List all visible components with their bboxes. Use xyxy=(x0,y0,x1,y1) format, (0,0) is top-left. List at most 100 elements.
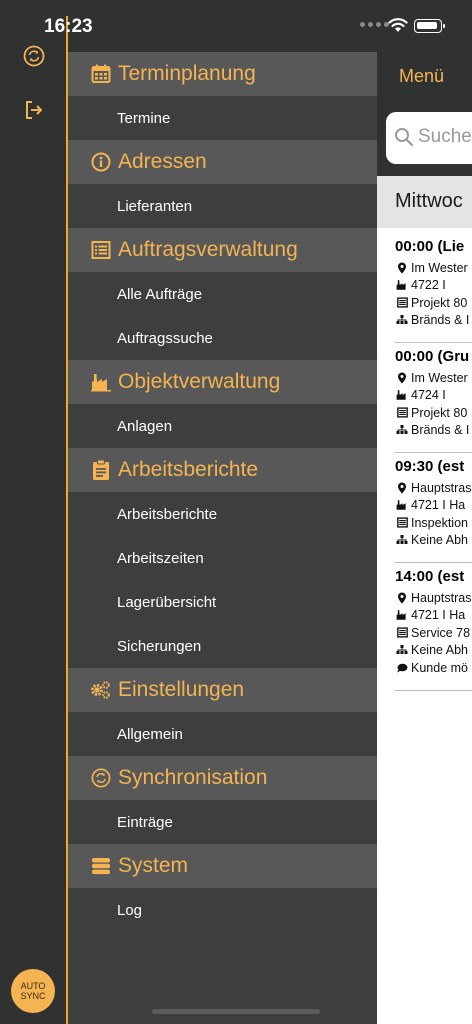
appointment-address: Im Wester xyxy=(411,260,468,275)
menu-item-eintraege[interactable]: Einträge xyxy=(68,800,377,844)
menu-item-log[interactable]: Log xyxy=(68,888,377,932)
list-icon xyxy=(90,239,112,261)
auto-sync-button[interactable]: AUTO SYNC xyxy=(11,969,55,1013)
section-synchronisation[interactable]: Synchronisation xyxy=(68,756,377,800)
menu-button[interactable]: Menü xyxy=(399,66,444,87)
calendar-icon xyxy=(90,63,112,85)
appointment-address-row: Im Wester xyxy=(395,259,472,277)
sync-icon xyxy=(90,767,112,789)
section-system[interactable]: System xyxy=(68,844,377,888)
appointment-team-row: Keine Abh xyxy=(395,642,472,660)
appointment-order-row: Service 78 xyxy=(395,624,472,642)
section-title: System xyxy=(118,854,189,877)
appointment-address-row: Im Wester xyxy=(395,369,472,387)
section-arbeitsberichte[interactable]: Arbeitsberichte xyxy=(68,448,377,492)
section-title: Objektverwaltung xyxy=(118,370,281,393)
logout-icon xyxy=(26,101,43,119)
divider xyxy=(395,690,472,691)
appointment-team: Bränds & I xyxy=(411,423,470,438)
status-time: 16:23 xyxy=(44,16,93,37)
section-adressen[interactable]: Adressen xyxy=(68,140,377,184)
signal-icon xyxy=(360,22,389,27)
appointment-item[interactable]: 14:00 (est Hauptstras 4721 I Ha Service … xyxy=(395,568,472,691)
menu-item-lageruebersicht[interactable]: Lagerübersicht xyxy=(68,580,377,624)
team-icon xyxy=(395,314,409,326)
menu-item-sicherungen[interactable]: Sicherungen xyxy=(68,624,377,668)
appointment-team: Keine Abh xyxy=(411,643,468,658)
menu-item-alle-auftraege[interactable]: Alle Aufträge xyxy=(68,272,377,316)
divider xyxy=(395,562,472,563)
appointment-team: Bränds & I xyxy=(411,313,470,328)
section-auftragsverwaltung[interactable]: Auftragsverwaltung xyxy=(68,228,377,272)
appointment-object-row: 4721 I Ha xyxy=(395,607,472,625)
date-header: Mittwoc xyxy=(377,176,472,228)
section-title: Auftragsverwaltung xyxy=(118,238,298,261)
home-indicator xyxy=(152,1009,320,1014)
appointment-order: Projekt 80 xyxy=(411,295,468,310)
menu-item-termine[interactable]: Termine xyxy=(68,96,377,140)
battery-icon xyxy=(414,19,445,33)
section-title: Arbeitsberichte xyxy=(118,458,259,481)
appointment-order-row: Projekt 80 xyxy=(395,294,472,312)
appointment-order: Projekt 80 xyxy=(411,405,468,420)
menu-item-lieferanten[interactable]: Lieferanten xyxy=(68,184,377,228)
appointment-team-row: Keine Abh xyxy=(395,532,472,550)
divider xyxy=(395,342,472,343)
section-terminplanung[interactable]: Terminplanung xyxy=(68,52,377,96)
menu-item-arbeitszeiten[interactable]: Arbeitszeiten xyxy=(68,536,377,580)
appointment-note: Kunde mö xyxy=(411,660,468,675)
appointment-address-row: Hauptstras xyxy=(395,479,472,497)
list-icon xyxy=(395,297,409,309)
status-bar: 16:23 xyxy=(0,0,472,52)
section-title: Einstellungen xyxy=(118,678,245,701)
appointment-object-row: 4722 I xyxy=(395,277,472,295)
location-icon xyxy=(395,592,409,604)
gears-icon xyxy=(90,679,112,701)
menu-item-anlagen[interactable]: Anlagen xyxy=(68,404,377,448)
appointment-object-row: 4721 I Ha xyxy=(395,497,472,515)
appointment-object: 4721 I Ha xyxy=(411,608,466,623)
section-title: Adressen xyxy=(118,150,207,173)
appointment-team-row: Bränds & I xyxy=(395,312,472,330)
list-icon xyxy=(395,407,409,419)
appointment-item[interactable]: 09:30 (est Hauptstras 4721 I Ha Inspekti… xyxy=(395,458,472,563)
appointment-address: Im Wester xyxy=(411,370,468,385)
appointment-note-row: Kunde mö xyxy=(395,659,472,677)
factory-icon xyxy=(395,609,409,621)
nav-bar: Menü xyxy=(377,52,472,104)
clipboard-icon xyxy=(90,459,112,481)
search-icon xyxy=(395,128,414,147)
appointment-object: 4722 I xyxy=(411,278,446,293)
appointment-team: Keine Abh xyxy=(411,533,468,548)
appointment-object: 4721 I Ha xyxy=(411,498,466,513)
side-menu: Terminplanung Termine Adressen Lieferant… xyxy=(68,52,377,1024)
menu-item-arbeitsberichte[interactable]: Arbeitsberichte xyxy=(68,492,377,536)
appointment-order: Inspektion xyxy=(411,515,468,530)
section-title: Synchronisation xyxy=(118,766,268,789)
appointment-order-row: Projekt 80 xyxy=(395,404,472,422)
search-input[interactable]: Suche xyxy=(386,112,472,164)
menu-item-auftragssuche[interactable]: Auftragssuche xyxy=(68,316,377,360)
team-icon xyxy=(395,644,409,656)
factory-icon xyxy=(395,499,409,511)
appointment-address-row: Hauptstras xyxy=(395,589,472,607)
location-icon xyxy=(395,372,409,384)
info-icon xyxy=(90,151,112,173)
search-bar: Suche xyxy=(377,104,472,176)
appointment-address: Hauptstras xyxy=(411,590,472,605)
date-label: Mittwoc xyxy=(395,190,463,212)
section-einstellungen[interactable]: Einstellungen xyxy=(68,668,377,712)
appointment-time: 00:00 (Gru xyxy=(395,348,470,365)
menu-item-allgemein[interactable]: Allgemein xyxy=(68,712,377,756)
appointment-item[interactable]: 00:00 (Gru Im Wester 4724 I Projekt 80 B… xyxy=(395,348,472,453)
location-icon xyxy=(395,482,409,494)
appointment-item[interactable]: 00:00 (Lie Im Wester 4722 I Projekt 80 B… xyxy=(395,238,472,343)
factory-icon xyxy=(395,389,409,401)
list-icon xyxy=(395,627,409,639)
appointment-time: 00:00 (Lie xyxy=(395,238,465,255)
auto-sync-label-1: AUTO xyxy=(20,981,46,991)
appointment-time: 14:00 (est xyxy=(395,568,465,585)
logout-button[interactable] xyxy=(22,98,46,122)
auto-sync-label-2: SYNC xyxy=(20,991,46,1001)
section-objektverwaltung[interactable]: Objektverwaltung xyxy=(68,360,377,404)
